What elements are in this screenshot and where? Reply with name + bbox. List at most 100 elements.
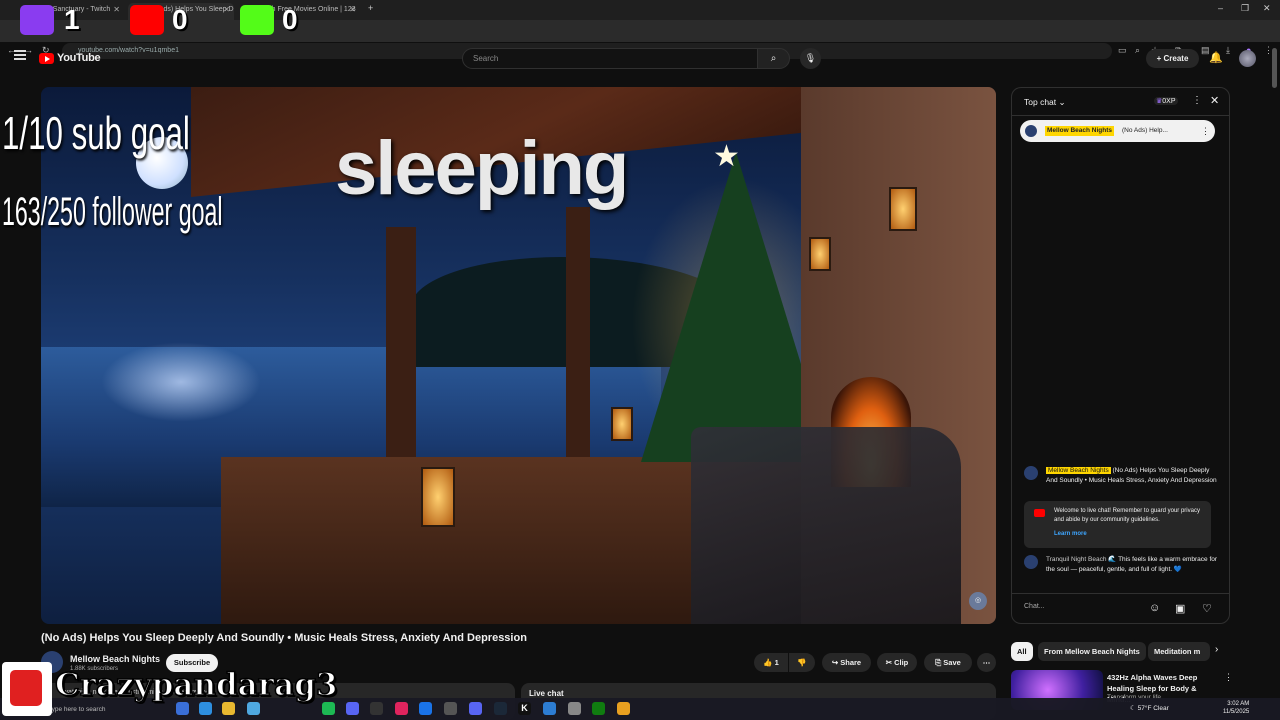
thumbs-up-icon: 👍 bbox=[763, 658, 775, 667]
twitch-icon bbox=[20, 5, 54, 35]
download-icon[interactable]: ⤓ bbox=[1226, 45, 1230, 56]
clip-label: Clip bbox=[894, 658, 909, 667]
chevron-right-icon[interactable]: › bbox=[1215, 644, 1218, 655]
new-tab-button[interactable]: + bbox=[368, 3, 373, 13]
app-icon[interactable] bbox=[543, 702, 556, 715]
welcome-text: Welcome to live chat! Remember to guard … bbox=[1054, 508, 1200, 523]
kick-app-icon[interactable]: K bbox=[518, 702, 531, 715]
streamer-name: Crazypandarag3 bbox=[54, 666, 338, 704]
minimize-icon[interactable]: – bbox=[1218, 3, 1223, 13]
close-window-icon[interactable]: ✕ bbox=[1263, 3, 1271, 14]
app-icon[interactable] bbox=[469, 702, 482, 715]
kick-count: 0 bbox=[282, 4, 298, 35]
chat-input[interactable]: Chat... bbox=[1024, 603, 1045, 610]
notifications-bell-icon[interactable]: 🔔 bbox=[1209, 51, 1223, 64]
weather-widget[interactable]: ☾ 57°F Clear bbox=[1130, 704, 1169, 712]
chat-menu-icon[interactable]: ⋮ bbox=[1192, 95, 1202, 106]
chat-author: Mellow Beach Nights bbox=[1046, 467, 1111, 474]
discord-icon[interactable] bbox=[346, 702, 359, 715]
close-icon[interactable]: ✕ bbox=[223, 3, 230, 17]
channel-watermark-icon: ◎ bbox=[969, 592, 987, 610]
close-icon[interactable]: ✕ bbox=[349, 3, 356, 17]
hamburger-menu-icon[interactable] bbox=[14, 50, 26, 60]
app-icon[interactable] bbox=[617, 702, 630, 715]
xp-badge[interactable]: ♛0XP bbox=[1154, 97, 1178, 105]
edge-icon[interactable] bbox=[199, 702, 212, 715]
create-button[interactable]: + Create bbox=[1146, 49, 1199, 68]
kick-icon bbox=[240, 5, 274, 35]
app-icon[interactable] bbox=[444, 702, 457, 715]
spotify-icon[interactable] bbox=[322, 702, 335, 715]
steam-icon[interactable] bbox=[494, 702, 507, 715]
search-input[interactable]: Search bbox=[462, 48, 758, 69]
close-icon[interactable]: ✕ bbox=[113, 3, 120, 17]
file-explorer-icon[interactable] bbox=[222, 702, 235, 715]
sub-goal-text: 1/10 sub goal bbox=[2, 107, 190, 159]
xp-label: 0XP bbox=[1162, 98, 1176, 105]
search-icon: ⌕ bbox=[770, 53, 777, 64]
learn-more-link[interactable]: Learn more bbox=[1054, 530, 1205, 539]
follower-goal-text: 163/250 follower goal bbox=[2, 190, 223, 234]
cast-icon[interactable]: ▭ bbox=[1118, 45, 1127, 56]
address-bar-row: ← → ↻ youtube.com/watch?v=u1qmbe1 ▭ ⌕ ☆ … bbox=[0, 20, 1280, 59]
maximize-icon[interactable]: ❐ bbox=[1241, 3, 1249, 14]
more-icon[interactable]: ⋮ bbox=[1201, 120, 1210, 142]
share-icon: ↪ bbox=[831, 658, 841, 667]
chat-message-body: Mellow Beach Nights (No Ads) Helps You S… bbox=[1046, 466, 1220, 486]
youtube-logo-icon[interactable] bbox=[39, 53, 54, 64]
video-title: (No Ads) Helps You Sleep Deeply And Soun… bbox=[41, 632, 527, 644]
chat-message: Mellow Beach Nights (No Ads) Helps You S… bbox=[1024, 466, 1224, 500]
search-button[interactable]: ⌕ bbox=[757, 48, 790, 69]
live-chat-label: Live chat bbox=[529, 689, 564, 698]
moon-reflection bbox=[101, 342, 261, 422]
chevron-down-icon: ⌄ bbox=[1058, 97, 1066, 107]
app-icon[interactable] bbox=[568, 702, 581, 715]
pinned-message[interactable]: Mellow Beach Nights (No Ads) Help... ⋮ bbox=[1020, 120, 1215, 142]
live-chat-panel: Top chat ⌄ ♛0XP ⋮ ✕ Mellow Beach Nights … bbox=[1011, 87, 1230, 624]
zoom-icon[interactable]: ⌕ bbox=[1135, 45, 1140, 56]
close-icon[interactable]: ✕ bbox=[1210, 94, 1219, 107]
twitch-count: 1 bbox=[64, 4, 80, 35]
browser-tab-bar: voyaSanctuary - Twitch ✕ (No Ads) Helps Y… bbox=[0, 0, 1280, 20]
heart-icon[interactable]: ♡ bbox=[1202, 602, 1212, 615]
super-chat-icon[interactable]: ▣ bbox=[1175, 602, 1185, 615]
like-button[interactable]: 👍 1 bbox=[754, 653, 788, 672]
chip-meditation[interactable]: Meditation m bbox=[1148, 642, 1210, 661]
microphone-icon: 🎙 bbox=[804, 53, 817, 63]
more-icon[interactable]: ⋮ bbox=[1224, 672, 1233, 683]
plus-icon: + bbox=[1156, 54, 1164, 63]
share-button[interactable]: ↪ Share bbox=[822, 653, 871, 672]
top-chat-dropdown[interactable]: Top chat ⌄ bbox=[1024, 97, 1066, 108]
avatar[interactable] bbox=[1239, 50, 1256, 67]
youtube-count: 0 bbox=[172, 4, 188, 35]
lantern bbox=[809, 237, 831, 271]
chip-from-channel[interactable]: From Mellow Beach Nights bbox=[1038, 642, 1146, 661]
scrollbar[interactable] bbox=[1272, 48, 1277, 88]
dislike-button[interactable]: 👎 bbox=[789, 653, 815, 672]
channel-name[interactable]: Mellow Beach Nights bbox=[70, 654, 160, 664]
avatar bbox=[1025, 125, 1037, 137]
recommendation-chips: All From Mellow Beach Nights Meditation … bbox=[1011, 642, 1230, 661]
weather-text: 57°F Clear bbox=[1137, 705, 1169, 712]
chat-message: Tranquil Night Beach 🌊 This feels like a… bbox=[1024, 555, 1224, 589]
app-icon[interactable] bbox=[419, 702, 432, 715]
thumbs-down-icon: 👎 bbox=[797, 658, 807, 667]
task-view-icon[interactable] bbox=[176, 702, 189, 715]
xbox-icon[interactable] bbox=[592, 702, 605, 715]
emoji-icon[interactable]: ☺ bbox=[1149, 602, 1160, 614]
voice-search-button[interactable]: 🎙 bbox=[800, 48, 821, 69]
youtube-play-icon bbox=[130, 5, 164, 35]
taskbar-search[interactable]: Type here to search bbox=[48, 702, 138, 717]
chip-all[interactable]: All bbox=[1011, 642, 1033, 661]
youtube-logo-text[interactable]: YouTube bbox=[57, 52, 101, 64]
tiktok-icon[interactable] bbox=[395, 702, 408, 715]
app-icon[interactable] bbox=[370, 702, 383, 715]
more-actions-button[interactable]: ⋯ bbox=[977, 653, 996, 672]
store-icon[interactable] bbox=[247, 702, 260, 715]
save-button[interactable]: ⎘ Save bbox=[924, 653, 972, 672]
avatar bbox=[1024, 555, 1038, 569]
clip-button[interactable]: ✂ Clip bbox=[877, 653, 917, 672]
youtube-icon bbox=[1034, 509, 1045, 517]
system-clock[interactable]: 3:02 AM 11/5/2025 bbox=[1223, 700, 1249, 716]
lantern bbox=[421, 467, 455, 527]
